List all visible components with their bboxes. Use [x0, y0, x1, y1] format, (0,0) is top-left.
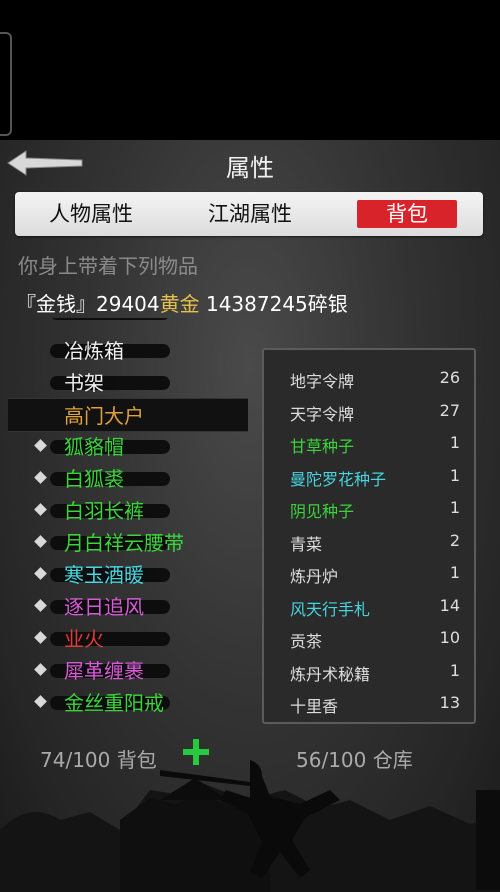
inventory-item-count: 1 — [449, 498, 460, 517]
inventory-row[interactable]: 炼丹术秘籍 1 — [264, 655, 474, 687]
inventory-item-name: 青菜 — [290, 534, 323, 554]
inventory-row[interactable]: 曼陀罗花种子 1 — [264, 460, 474, 492]
diamond-marker-icon — [34, 503, 47, 516]
bag-capacity: 74/100 背包 — [40, 748, 157, 772]
tab-character-attributes[interactable]: 人物属性 — [41, 200, 141, 228]
inventory-item-count: 26 — [439, 368, 460, 387]
inventory-item-name: 十里香 — [290, 697, 339, 716]
inventory-row[interactable]: 阴见种子 1 — [264, 492, 474, 524]
item-label: 业火 — [64, 627, 104, 651]
inventory-item-name: 炼丹炉 — [290, 567, 339, 586]
inventory-item-name: 天字令牌 — [290, 404, 355, 424]
item-label: 书架 — [64, 371, 104, 395]
diamond-marker-icon — [34, 439, 47, 452]
inventory-panel[interactable]: 地字令牌 26 天字令牌 27 甘草种子 1 曼陀罗花种子 1 阴见种子 1 青… — [262, 348, 476, 724]
tab-bag[interactable]: 背包 — [357, 200, 457, 228]
list-item[interactable]: 冶炼箱 — [0, 334, 250, 366]
list-item[interactable]: 白羽长裤 — [0, 494, 250, 526]
item-label: 寒玉酒暖 — [64, 563, 144, 587]
list-item[interactable]: 业火 — [0, 622, 250, 654]
inventory-row[interactable]: 炼丹炉 1 — [264, 557, 474, 589]
inventory-item-count: 10 — [439, 628, 460, 647]
diamond-marker-icon — [34, 695, 47, 708]
top-bar — [0, 0, 500, 140]
money-prefix: 『金钱』 — [16, 292, 96, 316]
inventory-row[interactable]: 天字令牌 27 — [264, 395, 474, 427]
list-item[interactable]: 逐日追风 — [0, 590, 250, 622]
list-item-cut-off — [0, 318, 250, 328]
money-line: 『金钱』29404黄金 14387245碎银 — [16, 288, 348, 317]
tab-jianghu-attributes[interactable]: 江湖属性 — [200, 200, 300, 228]
inventory-row[interactable]: 风天行手札 14 — [264, 590, 474, 622]
diamond-marker-icon — [34, 663, 47, 676]
diamond-marker-icon — [34, 535, 47, 548]
item-label: 月白祥云腰带 — [64, 531, 184, 555]
warehouse-capacity: 56/100 仓库 — [296, 748, 413, 772]
diamond-marker-icon — [34, 471, 47, 484]
inventory-item-count: 1 — [449, 563, 460, 582]
item-label: 犀革缠裹 — [64, 659, 144, 683]
list-item[interactable]: 金丝重阳戒 — [0, 686, 250, 718]
inventory-item-name: 风天行手札 — [290, 599, 371, 619]
inventory-item-name: 贡茶 — [290, 632, 323, 651]
inventory-subtitle: 你身上带着下列物品 — [18, 254, 198, 278]
inventory-item-name: 地字令牌 — [290, 372, 355, 391]
plus-icon[interactable] — [182, 738, 210, 766]
diamond-marker-icon — [34, 567, 47, 580]
inventory-item-count: 13 — [439, 693, 460, 712]
inventory-item-count: 2 — [449, 530, 460, 550]
list-item[interactable]: 狐貉帽 — [0, 430, 250, 462]
gold-amount: 29404 — [96, 292, 160, 316]
list-item[interactable]: 月白祥云腰带 — [0, 526, 250, 558]
item-label: 逐日追风 — [64, 595, 144, 619]
list-item-selected[interactable]: 高门大户 — [8, 398, 248, 432]
inventory-item-count: 27 — [439, 400, 460, 420]
inventory-item-name: 甘草种子 — [290, 437, 355, 456]
diamond-marker-icon — [34, 599, 47, 612]
gold-unit: 黄金 — [159, 292, 200, 316]
inventory-row[interactable]: 地字令牌 26 — [264, 362, 474, 394]
inventory-item-count: 1 — [449, 660, 460, 680]
silhouette-scene-illustration — [0, 760, 500, 892]
item-label: 白羽长裤 — [64, 499, 144, 523]
inventory-item-name: 曼陀罗花种子 — [290, 469, 387, 489]
silver-unit: 碎银 — [307, 292, 348, 316]
inventory-item-name: 阴见种子 — [290, 502, 355, 521]
item-label: 金丝重阳戒 — [64, 691, 164, 715]
item-label: 白狐裘 — [64, 467, 124, 491]
list-item[interactable]: 犀革缠裹 — [0, 654, 250, 686]
inventory-item-count: 1 — [449, 465, 460, 485]
list-item[interactable]: 白狐裘 — [0, 462, 250, 494]
equipment-list[interactable]: 冶炼箱 书架 高门大户 狐貉帽 白狐裘 白羽长裤 月白祥云腰带 寒玉酒暖 逐日追… — [0, 318, 250, 723]
inventory-row[interactable]: 青菜 2 — [264, 525, 474, 557]
window-edge-decoration — [0, 32, 12, 136]
inventory-row[interactable]: 贡茶 10 — [264, 622, 474, 654]
list-item[interactable]: 书架 — [0, 366, 250, 398]
inventory-row[interactable]: 十里香 13 — [264, 687, 474, 719]
diamond-marker-icon — [34, 631, 47, 644]
item-label: 高门大户 — [64, 404, 144, 428]
tab-bar: 人物属性 江湖属性 背包 — [15, 192, 483, 236]
item-label: 冶炼箱 — [64, 339, 124, 363]
inventory-row[interactable]: 甘草种子 1 — [264, 427, 474, 459]
page-title: 属性 — [226, 154, 274, 182]
silver-amount: 14387245 — [199, 292, 308, 316]
item-label: 狐貉帽 — [64, 435, 124, 459]
inventory-item-name: 炼丹术秘籍 — [290, 664, 371, 684]
list-item[interactable]: 寒玉酒暖 — [0, 558, 250, 590]
header: 属性 — [0, 140, 500, 186]
inventory-item-count: 1 — [449, 433, 460, 452]
inventory-item-count: 14 — [439, 595, 460, 615]
